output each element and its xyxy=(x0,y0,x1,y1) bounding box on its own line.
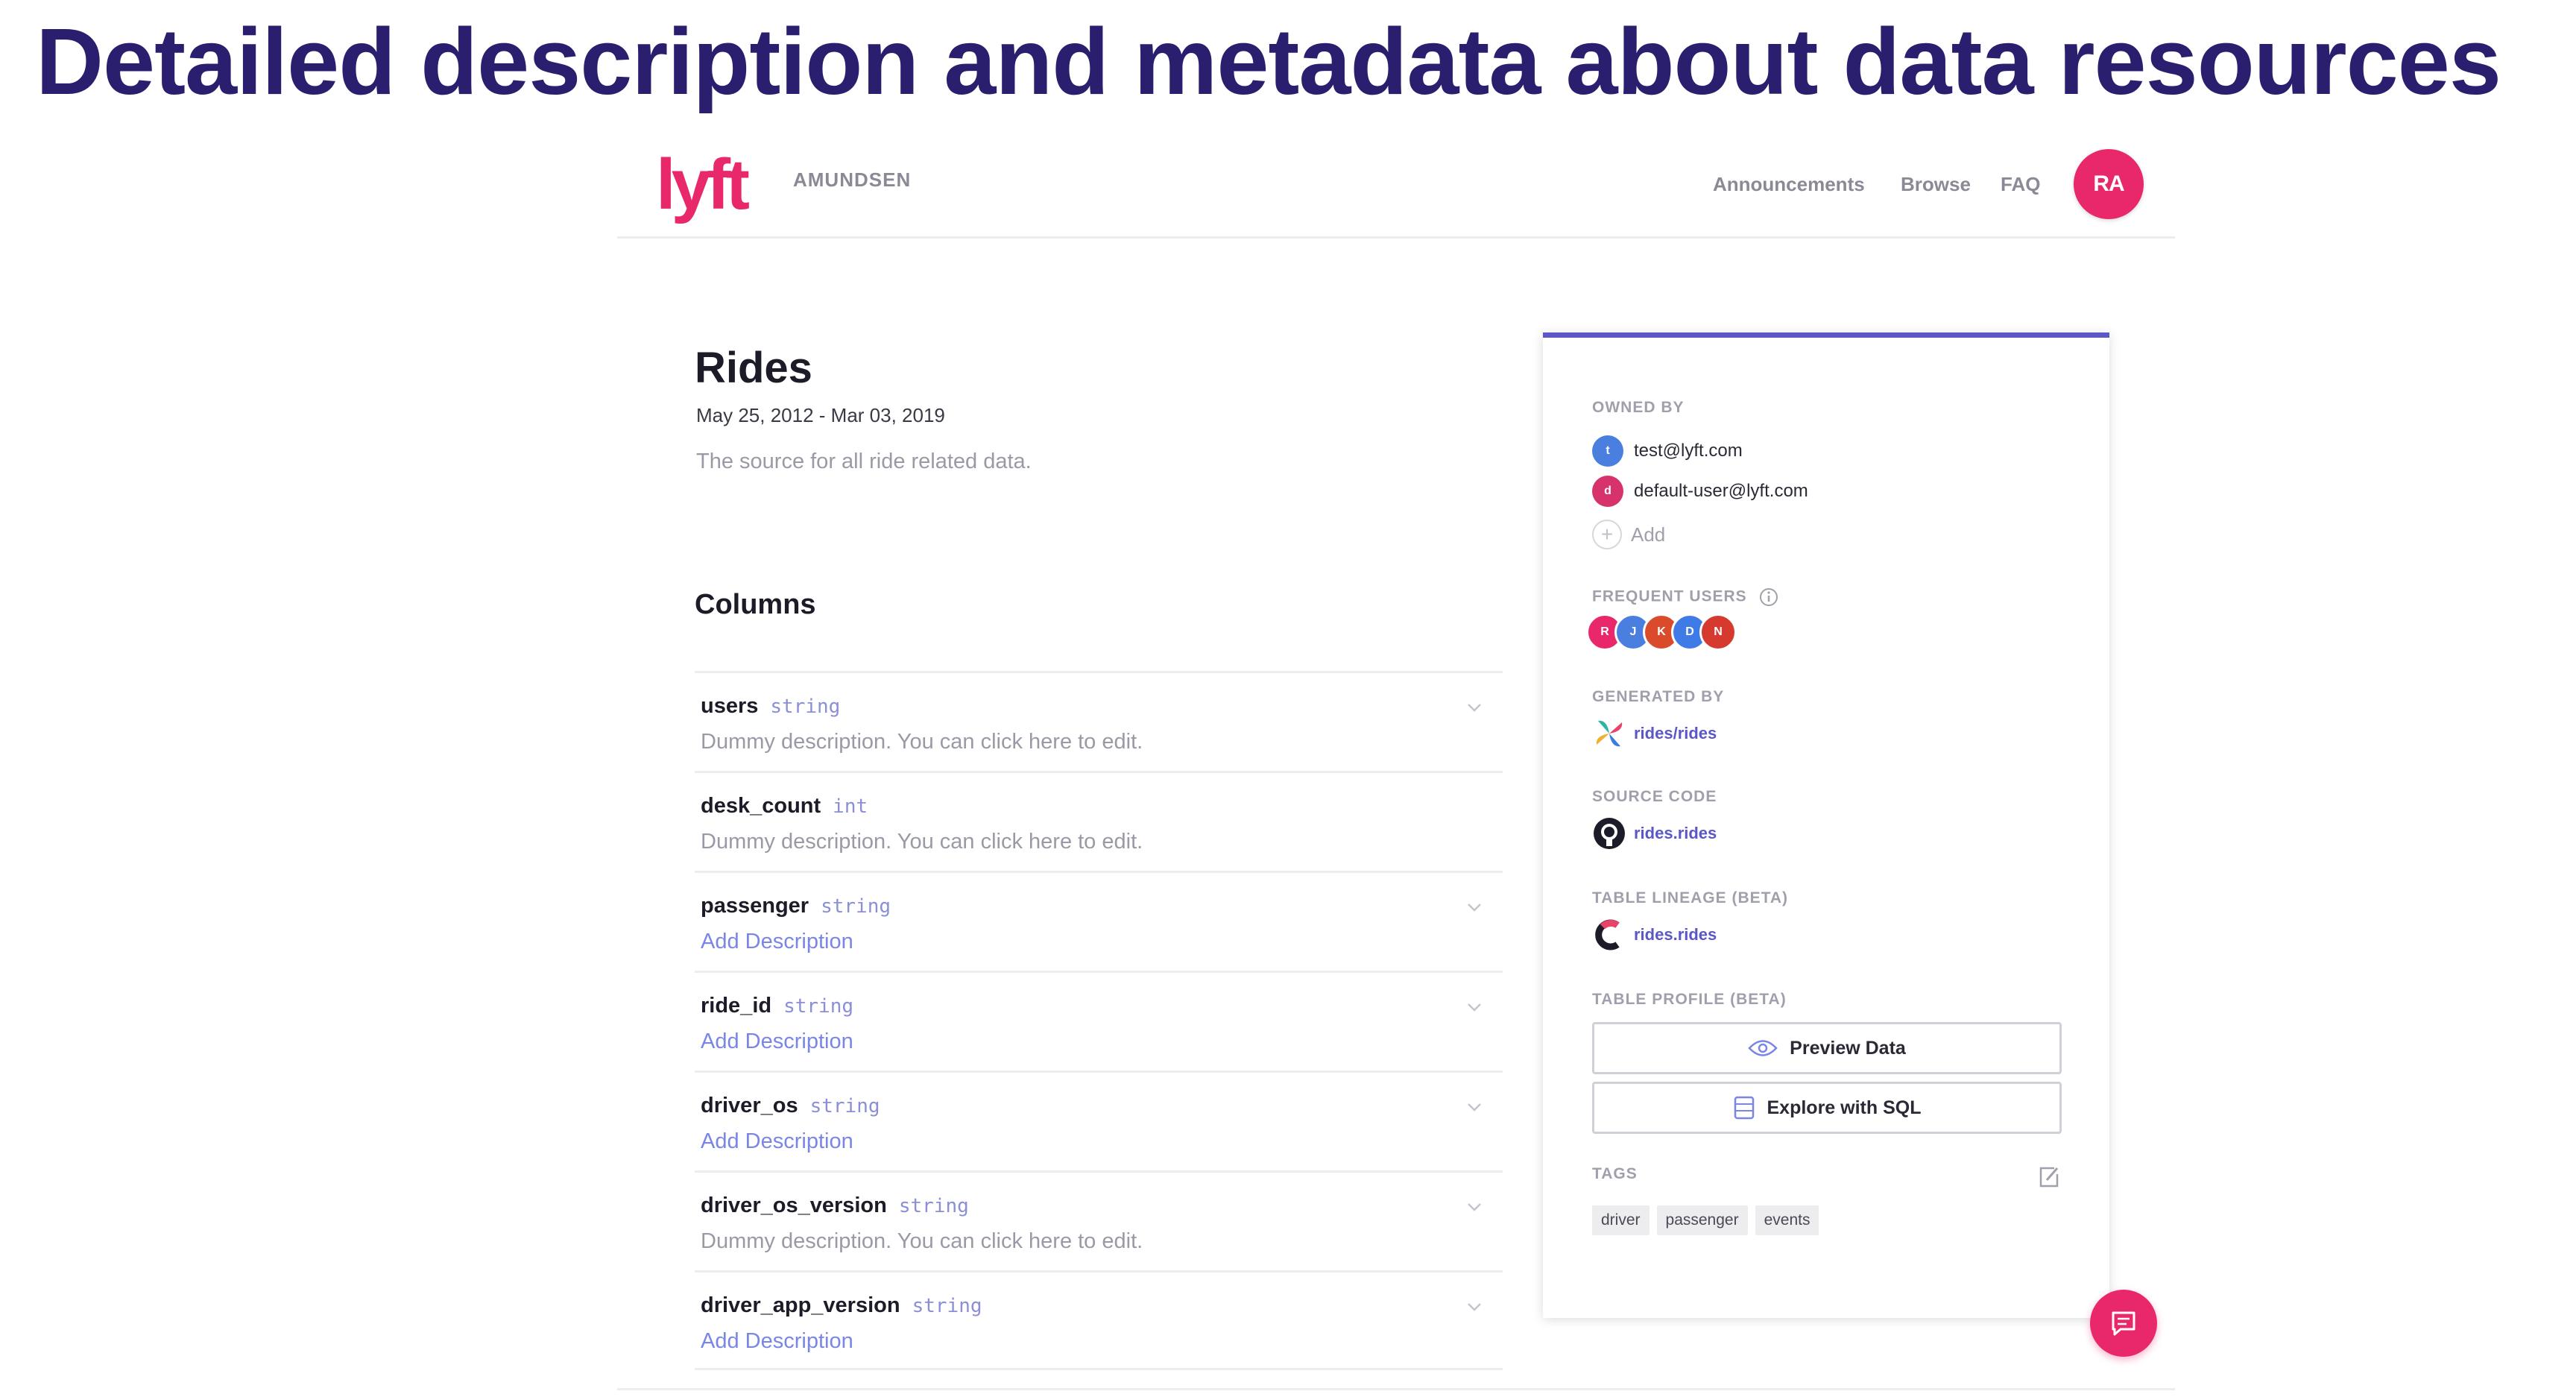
column-description[interactable]: Dummy description. You can click here to… xyxy=(701,830,1143,854)
owner-item[interactable]: t test@lyft.com xyxy=(1592,435,1743,467)
column-type: string xyxy=(898,1195,969,1217)
column-row[interactable]: driver_app_version string Add Description xyxy=(695,1270,1503,1370)
owned-by-label: OWNED BY xyxy=(1592,399,1685,416)
column-list: users string Dummy description. You can c… xyxy=(695,671,1503,1370)
column-description[interactable]: Dummy description. You can click here to… xyxy=(701,730,1143,754)
column-type: int xyxy=(833,795,868,818)
add-description-link[interactable]: Add Description xyxy=(701,1129,853,1154)
source-code-link[interactable]: rides.rides xyxy=(1592,816,1717,851)
column-row[interactable]: desk_count int Dummy description. You can… xyxy=(695,771,1503,871)
amundsen-app: lyft AMUNDSEN Announcements Browse FAQ R… xyxy=(617,133,2175,1400)
column-name: driver_os_version xyxy=(701,1194,887,1217)
lineage-icon xyxy=(1595,919,1620,950)
column-type: string xyxy=(770,696,841,718)
column-name: users xyxy=(701,694,759,718)
column-type: string xyxy=(783,995,854,1018)
chevron-down-icon[interactable] xyxy=(1464,1000,1485,1015)
owner-avatar: t xyxy=(1592,435,1623,467)
nav-faq[interactable]: FAQ xyxy=(2001,173,2040,196)
owner-email[interactable]: default-user@lyft.com xyxy=(1634,481,1808,502)
generated-by-value[interactable]: rides/rides xyxy=(1634,724,1717,743)
add-description-link[interactable]: Add Description xyxy=(701,1029,853,1054)
column-row[interactable]: ride_id string Add Description xyxy=(695,971,1503,1071)
add-owner-label: Add xyxy=(1631,523,1666,546)
frequent-users: R J K D N xyxy=(1586,614,1765,651)
column-row[interactable]: users string Dummy description. You can c… xyxy=(695,671,1503,771)
source-code-value[interactable]: rides.rides xyxy=(1634,824,1717,843)
user-avatar[interactable]: RA xyxy=(2074,149,2144,219)
chat-button[interactable] xyxy=(2090,1290,2157,1357)
airflow-icon xyxy=(1596,720,1623,747)
table-lineage-label: TABLE LINEAGE (BETA) xyxy=(1592,889,1789,906)
owner-email[interactable]: test@lyft.com xyxy=(1634,441,1743,461)
github-icon xyxy=(1594,818,1625,849)
metadata-panel: OWNED BY t test@lyft.com d default-user@… xyxy=(1543,332,2109,1318)
column-name: passenger xyxy=(701,894,809,918)
divider xyxy=(617,1388,2175,1390)
plus-icon: + xyxy=(1592,520,1622,549)
column-type: string xyxy=(821,895,891,918)
tags-label: TAGS xyxy=(1592,1165,1638,1182)
tag-list: driver passenger events xyxy=(1592,1205,1826,1235)
svg-text:lyft: lyft xyxy=(656,148,749,224)
preview-data-label: Preview Data xyxy=(1790,1037,1906,1059)
edit-icon[interactable] xyxy=(2035,1164,2062,1191)
table-lineage-link[interactable]: rides.rides xyxy=(1592,918,1717,952)
column-type: string xyxy=(912,1295,982,1317)
column-row[interactable]: passenger string Add Description xyxy=(695,871,1503,971)
column-name: desk_count xyxy=(701,794,821,818)
source-code-label: SOURCE CODE xyxy=(1592,788,1717,805)
chevron-down-icon[interactable] xyxy=(1464,1199,1485,1214)
explore-sql-label: Explore with SQL xyxy=(1767,1097,1922,1118)
top-nav: lyft AMUNDSEN Announcements Browse FAQ R… xyxy=(617,133,2175,239)
nav-announcements[interactable]: Announcements xyxy=(1713,173,1865,196)
table-lineage-value[interactable]: rides.rides xyxy=(1634,925,1717,945)
lyft-logo[interactable]: lyft xyxy=(656,148,775,225)
table-description[interactable]: The source for all ride related data. xyxy=(696,450,1032,474)
explore-sql-button[interactable]: Explore with SQL xyxy=(1592,1082,2062,1134)
column-name: driver_os xyxy=(701,1094,798,1117)
add-description-link[interactable]: Add Description xyxy=(701,1329,853,1354)
chat-icon xyxy=(2112,1311,2135,1336)
column-name: ride_id xyxy=(701,994,772,1018)
generated-by-link[interactable]: rides/rides xyxy=(1592,716,1717,751)
database-icon xyxy=(1734,1096,1754,1120)
tag-chip[interactable]: passenger xyxy=(1656,1205,1748,1235)
add-description-link[interactable]: Add Description xyxy=(701,930,853,954)
column-description[interactable]: Dummy description. You can click here to… xyxy=(701,1229,1143,1254)
owner-avatar: d xyxy=(1592,476,1623,507)
frequent-users-text: FREQUENT USERS xyxy=(1592,587,1747,605)
columns-heading: Columns xyxy=(695,589,816,620)
info-icon[interactable] xyxy=(1758,587,1779,608)
column-type: string xyxy=(809,1095,880,1117)
date-range: May 25, 2012 - Mar 03, 2019 xyxy=(696,404,945,426)
brand-name: AMUNDSEN xyxy=(793,168,912,191)
generated-by-label: GENERATED BY xyxy=(1592,688,1725,705)
frequent-user-avatar[interactable]: N xyxy=(1699,614,1737,651)
chevron-down-icon[interactable] xyxy=(1464,700,1485,715)
table-profile-label: TABLE PROFILE (BETA) xyxy=(1592,991,1787,1008)
tag-chip[interactable]: events xyxy=(1755,1205,1819,1235)
column-row[interactable]: driver_os string Add Description xyxy=(695,1071,1503,1170)
chevron-down-icon[interactable] xyxy=(1464,900,1485,915)
column-name: driver_app_version xyxy=(701,1293,900,1317)
chevron-down-icon[interactable] xyxy=(1464,1100,1485,1114)
eye-icon xyxy=(1748,1040,1778,1056)
column-row[interactable]: driver_os_version string Dummy descriptio… xyxy=(695,1170,1503,1270)
slide-title: Detailed description and metadata about … xyxy=(36,9,2501,114)
add-owner-button[interactable]: + Add xyxy=(1592,520,1665,549)
frequent-users-label: FREQUENT USERS xyxy=(1592,587,1779,608)
tag-chip[interactable]: driver xyxy=(1592,1205,1650,1235)
preview-data-button[interactable]: Preview Data xyxy=(1592,1022,2062,1074)
table-title: Rides xyxy=(695,344,812,392)
owner-item[interactable]: d default-user@lyft.com xyxy=(1592,475,1808,508)
chevron-down-icon[interactable] xyxy=(1464,1299,1485,1314)
nav-browse[interactable]: Browse xyxy=(1901,173,1971,196)
